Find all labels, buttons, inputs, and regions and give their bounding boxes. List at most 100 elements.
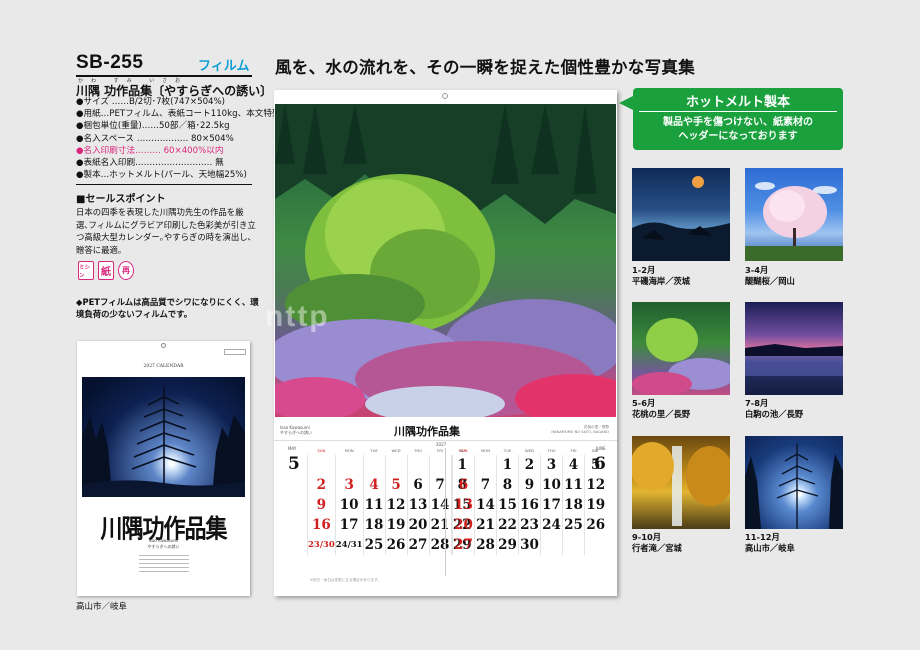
calendar-year: 2027 bbox=[436, 442, 447, 447]
thumbnail-place: 平磯海岸／茨城 bbox=[632, 276, 691, 286]
cover-thumbnail: 2027 CALENDAR 川隅功作品集 Isao Kawasumi やすらぎへ… bbox=[77, 341, 250, 596]
spec-paper: ●用紙…PETフィルム、表紙コート110kg、本文特殊上質100kg bbox=[76, 109, 325, 120]
thumbnail-place: 白駒の池／長野 bbox=[745, 409, 804, 419]
weekday-header: SUN bbox=[317, 448, 326, 453]
day-cell: 11 bbox=[562, 475, 585, 495]
thumbnail-months: 1-2月 bbox=[632, 265, 656, 275]
weekday-header: WED bbox=[524, 448, 535, 453]
day-cell: 5 bbox=[384, 475, 408, 495]
thumbnail-months: 11-12月 bbox=[745, 532, 780, 542]
day-cell: 16 bbox=[307, 515, 336, 535]
cover-tag bbox=[224, 349, 246, 355]
day-cell bbox=[584, 535, 607, 555]
day-cell: 6 bbox=[452, 475, 475, 495]
day-cell: 23/30 bbox=[307, 535, 336, 555]
weekday-header: TUE bbox=[503, 448, 512, 453]
divider bbox=[76, 184, 252, 185]
day-cell: 11 bbox=[362, 495, 386, 515]
day-cell: 15 bbox=[496, 495, 519, 515]
day-cell: 9 bbox=[307, 495, 336, 515]
month-grid-right: SUN MON TUE WED THU FRI SAT 1 2 3 4 5 6 … bbox=[452, 446, 607, 555]
thumbnail-caption: 3-4月 醍醐桜／岡山 bbox=[745, 265, 795, 287]
day-cell: 12 bbox=[384, 495, 408, 515]
day-cell: 26 bbox=[384, 535, 408, 555]
day-cell: 28 bbox=[428, 535, 452, 555]
sales-heading: ■セールスポイント bbox=[76, 194, 166, 205]
main-photo bbox=[275, 104, 616, 417]
day-cell: 18 bbox=[562, 495, 585, 515]
cover-year: 2027 CALENDAR bbox=[143, 364, 184, 369]
day-cell: 2 bbox=[518, 455, 541, 475]
thumbnail-place: 花桃の里／長野 bbox=[632, 409, 691, 419]
cover-photo bbox=[82, 377, 245, 497]
day-cell: 25 bbox=[362, 535, 386, 555]
spec-packing: ●梱包単位(重量)……50部／箱･22.5kg bbox=[76, 121, 230, 132]
weekday-header: FRI bbox=[570, 448, 577, 453]
day-cell: 3 bbox=[334, 475, 364, 495]
day-cell: 17 bbox=[540, 495, 563, 515]
day-cell: 14 bbox=[474, 495, 497, 515]
day-cell: 4 bbox=[562, 455, 585, 475]
calendar-header-strip: Isao Kawasumi やすらぎへの誘い 川隅功作品集 花桃の里／長野 HA… bbox=[274, 421, 617, 441]
month-divider bbox=[445, 448, 446, 576]
day-cell: 30 bbox=[518, 535, 541, 555]
month-thumbnail bbox=[745, 436, 843, 529]
thumbnail-months: 3-4月 bbox=[745, 265, 769, 275]
month-thumbnail bbox=[632, 436, 730, 529]
spec-cover-print: ●表紙名入印刷……………………… 無 bbox=[76, 158, 224, 169]
spec-name-space: ●名入スペース ……………… 80×504% bbox=[76, 133, 234, 144]
day-cell: 14 bbox=[428, 495, 452, 515]
day-cell: 17 bbox=[334, 515, 364, 535]
artist-sub: やすらぎへの誘い bbox=[280, 430, 312, 435]
day-cell bbox=[474, 455, 497, 475]
day-cell: 24 bbox=[540, 515, 563, 535]
day-cell: 21 bbox=[474, 515, 497, 535]
day-cell: 1 bbox=[496, 455, 519, 475]
product-code: SB-255 bbox=[76, 52, 144, 73]
hanging-hole bbox=[161, 343, 166, 348]
day-cell bbox=[384, 455, 408, 475]
day-cell: 23 bbox=[518, 515, 541, 535]
day-cell: 19 bbox=[584, 495, 607, 515]
day-cell: 7 bbox=[474, 475, 497, 495]
day-cell: 7 bbox=[428, 475, 452, 495]
hotmelt-callout: ホットメルト製本 製品や手を傷つけない、紙素材の ヘッダーになっております bbox=[619, 88, 843, 150]
spec-list: ●サイズ ……B/2切･7枚(747×504%) ●用紙…PETフィルム、表紙コ… bbox=[76, 96, 325, 181]
day-cell: 12 bbox=[584, 475, 607, 495]
weekday-header: WED bbox=[391, 448, 401, 453]
day-cell: 8 bbox=[496, 475, 519, 495]
thumbnail-place: 行者滝／宮城 bbox=[632, 543, 682, 553]
month-thumbnail bbox=[632, 302, 730, 395]
weekday-header: MON bbox=[344, 448, 354, 453]
day-cell bbox=[362, 455, 386, 475]
thumbnail-caption: 9-10月 行者滝／宮城 bbox=[632, 532, 682, 554]
thumbnail-months: 9-10月 bbox=[632, 532, 662, 542]
weekday-header: SUN bbox=[459, 448, 468, 453]
day-cell bbox=[540, 535, 563, 555]
day-cell: 4 bbox=[362, 475, 386, 495]
perforation-mark-icon: ミシン bbox=[78, 261, 94, 280]
pet-film-note: ◆PETフィルムは高品質でシワになりにくく、環境負荷の少ないフィルムです。 bbox=[76, 297, 259, 319]
brush-title: 川隅功作品集 bbox=[394, 425, 460, 438]
day-cell: 10 bbox=[540, 475, 563, 495]
main-calendar-preview: Isao Kawasumi やすらぎへの誘い 川隅功作品集 花桃の里／長野 HA… bbox=[274, 90, 617, 596]
day-cell: 9 bbox=[518, 475, 541, 495]
feature-marks: ミシン 紙 再 bbox=[78, 261, 134, 280]
day-cell: 18 bbox=[362, 515, 386, 535]
day-cell: 27 bbox=[406, 535, 430, 555]
hotmelt-line-1: 製品や手を傷つけない、紙素材の bbox=[663, 117, 813, 128]
day-cell: 22 bbox=[496, 515, 519, 535]
month-en-left: MAY bbox=[288, 446, 297, 451]
day-cell: 21 bbox=[428, 515, 452, 535]
day-cell bbox=[406, 455, 430, 475]
day-cell: 2 bbox=[307, 475, 336, 495]
day-cell: 13 bbox=[452, 495, 475, 515]
day-cell bbox=[307, 455, 336, 475]
material-label: フィルム bbox=[198, 59, 250, 74]
divider bbox=[639, 111, 837, 112]
spec-print-size: ●名入印刷寸法……… 60×400%以内 bbox=[76, 145, 224, 156]
day-cell: 19 bbox=[384, 515, 408, 535]
day-cell: 20 bbox=[452, 515, 475, 535]
cover-caption: 高山市／岐阜 bbox=[76, 602, 128, 612]
day-cell: 13 bbox=[406, 495, 430, 515]
